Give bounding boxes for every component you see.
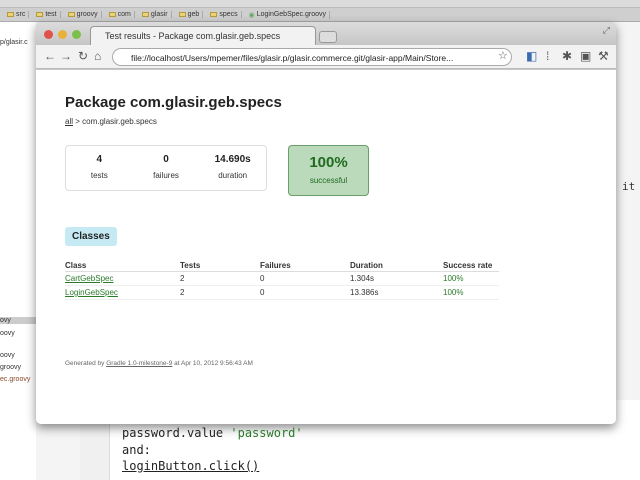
code-line: and: (122, 443, 151, 457)
crumb-label: groovy (76, 11, 98, 18)
crumb-file[interactable]: ◉ LoginGebSpec.groovy (246, 10, 330, 19)
folder-icon (108, 12, 116, 17)
tab-classes[interactable]: Classes (65, 227, 117, 246)
back-button[interactable]: ← (44, 49, 56, 63)
success-rate-box: 100% successful (288, 145, 369, 196)
browser-toolbar: ← → ↻ ⌂ file://localhost/Users/mpemer/fi… (36, 45, 616, 69)
crumb-label: geb (187, 11, 200, 18)
crumb-test[interactable]: test (33, 11, 61, 18)
crumb-label: LoginGebSpec.groovy (256, 11, 326, 18)
crumb-geb[interactable]: geb (176, 11, 204, 18)
code-text: password.value (122, 426, 231, 440)
reload-button[interactable]: ↻ (78, 49, 88, 63)
ide-toolbar (0, 0, 640, 8)
classes-table: Class Tests Failures Duration Success rate C… (65, 260, 499, 300)
folder-icon (141, 12, 149, 17)
duration-counter: 14.690s duration (214, 154, 251, 180)
gradle-link[interactable]: Gradle 1.0-milestone-9 (106, 360, 172, 367)
wrench-icon[interactable]: ⚒ (598, 49, 609, 63)
project-item[interactable]: groovy (0, 364, 21, 371)
editor-text-fragment: it (622, 180, 636, 193)
tab-title: Test results - Package com.glasir.geb.sp… (105, 31, 281, 41)
code-line: password.value 'password' (122, 426, 303, 440)
minimize-window-button[interactable] (58, 30, 67, 39)
crumb-groovy[interactable]: groovy (65, 11, 102, 18)
address-bar[interactable]: file://localhost/Users/mpemer/files/glas… (112, 48, 512, 66)
url-text: file://localhost/Users/mpemer/files/glas… (131, 53, 454, 63)
table-row: CartGebSpec 2 0 1.304s 100% (65, 271, 499, 286)
zoom-window-button[interactable] (72, 30, 81, 39)
project-item[interactable]: ec.groovy (0, 376, 30, 383)
class-link[interactable]: LoginGebSpec (65, 288, 118, 297)
crumb-label: specs (219, 11, 238, 18)
fullscreen-icon[interactable]: ⤢ (603, 25, 610, 36)
ide-breadcrumb: src test groovy com glasir geb specs ◉ Lo… (0, 8, 640, 22)
bookmark-star-icon[interactable]: ☆ (498, 49, 508, 62)
extension-icon[interactable]: ⁞ (546, 49, 549, 63)
crumb-label: src (16, 11, 26, 18)
extension-icon[interactable]: ▣ (580, 49, 591, 63)
code-line: loginButton.click() (122, 459, 260, 473)
breadcrumb: all > com.glasir.geb.specs (65, 117, 157, 126)
code-string: 'password' (230, 426, 303, 440)
table-row: LoginGebSpec 2 0 13.386s 100% (65, 285, 499, 300)
folder-icon (67, 12, 75, 17)
tab-test-results[interactable]: Test results - Package com.glasir.geb.sp… (90, 26, 316, 45)
report-page: Package com.glasir.geb.specs all > com.g… (36, 70, 616, 424)
crumb-label: com (117, 11, 131, 18)
folder-icon (36, 12, 44, 17)
folder-icon (178, 12, 186, 17)
failures-counter: 0 failures (153, 154, 179, 180)
browser-window: Test results - Package com.glasir.geb.sp… (36, 22, 616, 424)
page-title: Package com.glasir.geb.specs (65, 94, 282, 111)
folder-icon (210, 12, 218, 17)
breadcrumb-current: > com.glasir.geb.specs (73, 117, 157, 126)
tests-counter: 4 tests (90, 154, 108, 180)
crumb-label: glasir (150, 11, 168, 18)
home-button[interactable]: ⌂ (94, 49, 101, 63)
summary-box: 4 tests 0 failures 14.690s duration (65, 145, 267, 191)
groovy-file-icon: ◉ (248, 11, 255, 19)
crumb-src[interactable]: src (4, 11, 30, 18)
footer: Generated by Gradle 1.0-milestone-9 at A… (65, 360, 253, 367)
class-link[interactable]: CartGebSpec (65, 274, 113, 283)
project-panel: p/glasir.c ovy oovy oovy groovy ec.groov… (0, 22, 36, 480)
table-header: Class Tests Failures Duration Success rate (65, 260, 499, 272)
project-item[interactable]: oovy (0, 352, 15, 359)
project-item[interactable]: oovy (0, 330, 15, 337)
crumb-com[interactable]: com (106, 11, 135, 18)
forward-button[interactable]: → (60, 49, 72, 63)
extension-icon[interactable]: ✱ (562, 49, 572, 63)
breadcrumb-all-link[interactable]: all (65, 117, 73, 126)
crumb-specs[interactable]: specs (207, 11, 242, 18)
close-window-button[interactable] (44, 30, 53, 39)
new-tab-button[interactable] (319, 31, 337, 43)
project-path: p/glasir.c (0, 39, 28, 46)
extension-icon[interactable]: ◧ (526, 49, 537, 63)
crumb-label: test (45, 11, 57, 18)
folder-icon (7, 12, 14, 17)
project-item[interactable]: ovy (0, 317, 36, 324)
tab-bar: Test results - Package com.glasir.geb.sp… (36, 22, 616, 45)
crumb-glasir[interactable]: glasir (139, 11, 172, 18)
